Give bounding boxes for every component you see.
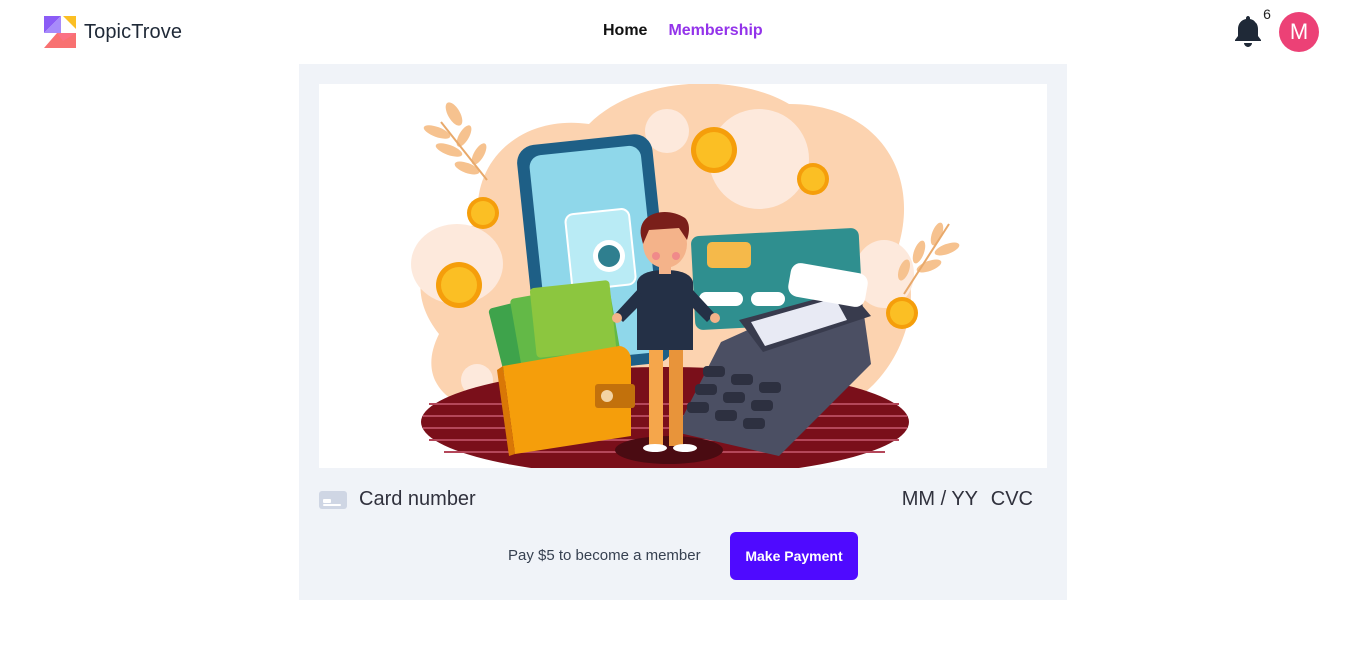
make-payment-button[interactable]: Make Payment xyxy=(730,532,858,580)
topictrove-logo-icon xyxy=(44,16,76,48)
membership-price-text: Pay $5 to become a member xyxy=(508,547,701,564)
nav-membership-link[interactable]: Membership xyxy=(668,22,762,40)
user-avatar[interactable]: M xyxy=(1279,12,1319,52)
card-expiry-input[interactable] xyxy=(888,488,978,511)
payment-action-row: Pay $5 to become a member Make Payment xyxy=(299,532,1067,580)
main-nav: Home Membership xyxy=(603,22,763,40)
membership-payment-panel: Pay $5 to become a member Make Payment xyxy=(299,64,1067,600)
payment-illustration xyxy=(319,84,1047,468)
card-cvc-input[interactable] xyxy=(985,488,1033,511)
nav-home-link[interactable]: Home xyxy=(603,22,647,40)
top-navbar: TopicTrove Home Membership 6 M xyxy=(0,0,1366,64)
brand-link[interactable]: TopicTrove xyxy=(43,15,182,49)
credit-card-icon xyxy=(319,491,347,509)
notification-count-badge: 6 xyxy=(1252,2,1282,26)
brand-name: TopicTrove xyxy=(84,20,183,43)
payment-illustration-art xyxy=(411,84,960,468)
card-number-input[interactable] xyxy=(359,488,759,511)
card-element xyxy=(319,484,1047,516)
